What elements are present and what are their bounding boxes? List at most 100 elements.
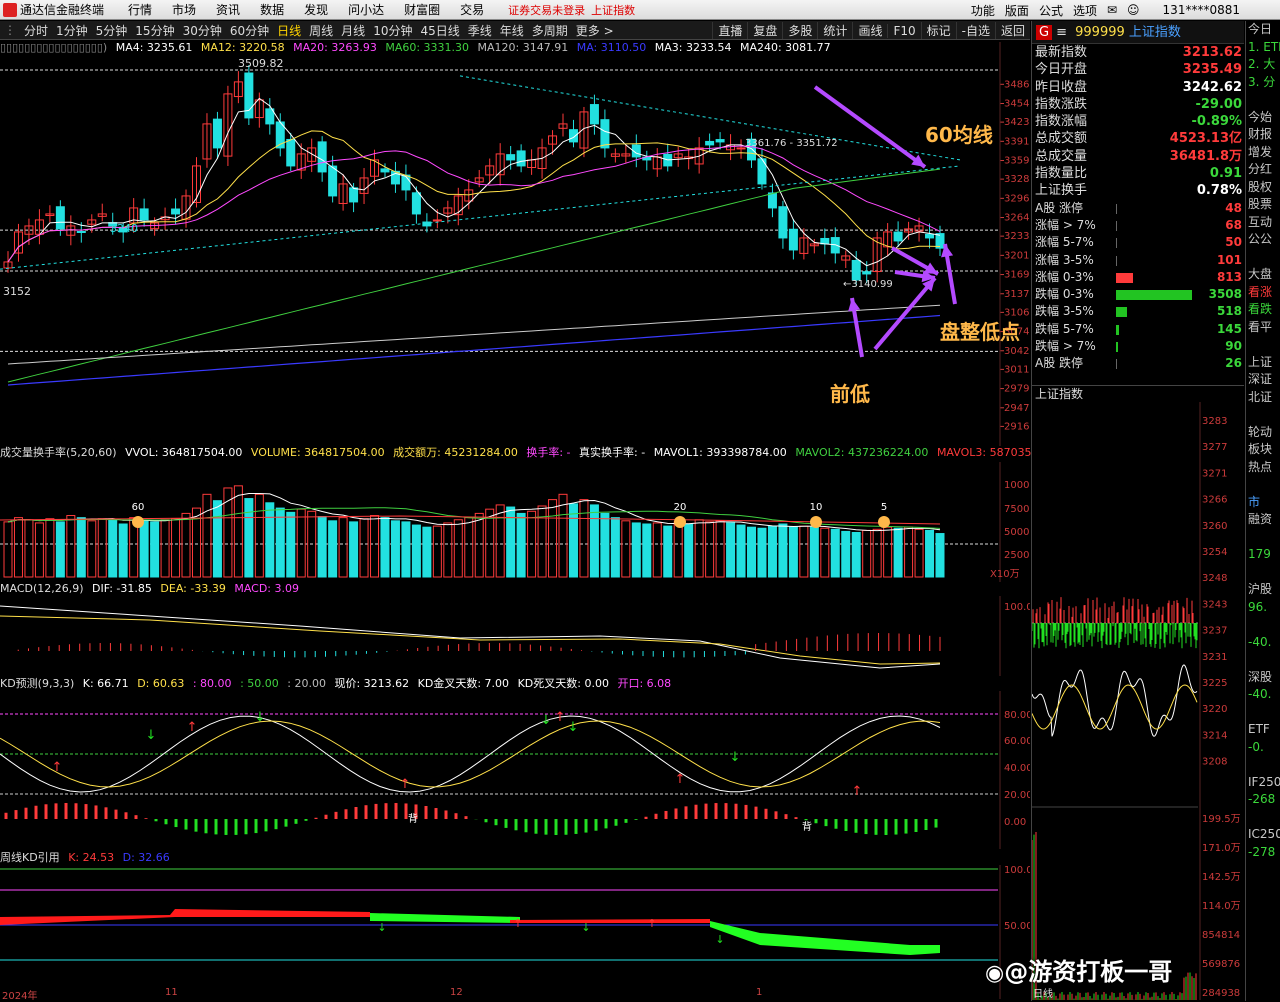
tab-15min[interactable]: 15分钟 (131, 22, 178, 39)
far-right-item[interactable]: 增发 (1246, 144, 1280, 162)
far-right-item[interactable]: 公公 (1246, 231, 1280, 249)
menu-hangqing[interactable]: 行情 (128, 1, 152, 18)
intraday-chart[interactable]: 3283 3277 3271 3266 3260 3254 3248 3243 3237 3231… (1032, 402, 1244, 1000)
tab-1min[interactable]: 1分钟 (52, 22, 92, 39)
tab-quarterly[interactable]: 季线 (464, 22, 496, 39)
volume-marker-label: 60 (132, 502, 145, 513)
far-right-item[interactable]: -278 (1246, 844, 1280, 862)
far-right-item[interactable]: 融资 (1246, 511, 1280, 529)
far-right-item[interactable]: -0. (1246, 739, 1280, 757)
volume-bar-up (673, 521, 683, 578)
tool-draw[interactable]: 画线 (852, 22, 887, 39)
far-right-item[interactable]: 沪股 (1246, 581, 1280, 599)
far-right-item[interactable]: 财报 (1246, 126, 1280, 144)
far-right-item[interactable]: 深股 (1246, 669, 1280, 687)
macd-title: MACD(12,26,9) (0, 582, 84, 595)
tab-daily[interactable]: 日线 (273, 22, 305, 39)
tool-review[interactable]: 复盘 (747, 22, 782, 39)
tool-watchlist[interactable]: -自选 (955, 22, 995, 39)
tool-live[interactable]: 直播 (712, 22, 747, 39)
far-right-item[interactable] (1246, 529, 1280, 547)
far-right-item[interactable] (1246, 476, 1280, 494)
far-right-item[interactable] (1246, 809, 1280, 827)
far-right-item[interactable] (1246, 564, 1280, 582)
menu-caifuquan[interactable]: 财富圈 (404, 1, 440, 18)
tab-multi-period[interactable]: 多周期 (528, 22, 572, 39)
far-right-item[interactable]: 看跌 (1246, 301, 1280, 319)
far-right-item[interactable]: 大盘 (1246, 266, 1280, 284)
tab-30min[interactable]: 30分钟 (179, 22, 226, 39)
tab-fenshi[interactable]: 分时 (20, 22, 52, 39)
menu-shuju[interactable]: 数据 (260, 1, 284, 18)
far-right-item[interactable] (1246, 249, 1280, 267)
tab-10min[interactable]: 10分钟 (369, 22, 416, 39)
far-right-item[interactable] (1246, 406, 1280, 424)
far-right-item[interactable]: IC2502 (1246, 826, 1280, 844)
far-right-item[interactable]: 股权 (1246, 179, 1280, 197)
tab-more[interactable]: 更多 > (572, 22, 618, 39)
account-id[interactable]: 131****0881 (1163, 3, 1240, 17)
far-right-item[interactable] (1246, 336, 1280, 354)
far-right-item[interactable] (1246, 651, 1280, 669)
menu-toggle-icon[interactable]: ⋮ (0, 23, 20, 37)
far-right-item[interactable]: -40. (1246, 634, 1280, 652)
kd-chart[interactable]: 80.0060.0040.0020.000.00背背↑↓↑↓↑↓ ↑↓↑↓↑ (0, 691, 1030, 849)
menu-jiaoyi[interactable]: 交易 (460, 1, 484, 18)
far-right-item[interactable]: -40. (1246, 686, 1280, 704)
far-right-item[interactable]: 看平 (1246, 319, 1280, 337)
menu-wenxiaoda[interactable]: 问小达 (348, 1, 384, 18)
tool-stats[interactable]: 统计 (817, 22, 852, 39)
far-right-item[interactable]: 市 (1246, 494, 1280, 512)
far-right-item[interactable]: 北证 (1246, 389, 1280, 407)
message-icon[interactable]: ✉ (1107, 3, 1117, 17)
far-right-item[interactable]: 今始 (1246, 109, 1280, 127)
user-icon[interactable]: ☺ (1127, 3, 1140, 17)
tab-45day[interactable]: 45日线 (416, 22, 463, 39)
far-right-item[interactable] (1246, 91, 1280, 109)
tool-f10[interactable]: F10 (887, 23, 920, 38)
tool-multi-stock[interactable]: 多股 (782, 22, 817, 39)
far-right-item[interactable]: 深证 (1246, 371, 1280, 389)
candlestick-chart[interactable]: 3486 3454 3423 3391 3359 3328 3296 3264 3233 3201… (0, 42, 1030, 446)
far-right-item[interactable]: 今日 (1246, 21, 1280, 39)
tab-60min[interactable]: 60分钟 (226, 22, 273, 39)
far-right-item[interactable]: 2. 大 (1246, 56, 1280, 74)
menu-gongneng[interactable]: 功能 (971, 2, 995, 19)
far-right-item[interactable]: ETF (1246, 721, 1280, 739)
weekly-axis-label: 50.00 (1004, 921, 1030, 932)
far-right-item[interactable]: 1. ETF (1246, 39, 1280, 57)
far-right-item[interactable]: 96. (1246, 599, 1280, 617)
far-right-item[interactable]: -268 (1246, 791, 1280, 809)
tool-mark[interactable]: 标记 (920, 22, 956, 39)
menu-xuanxiang[interactable]: 选项 (1073, 2, 1097, 19)
far-right-item[interactable] (1246, 616, 1280, 634)
list-icon[interactable]: ≡ (1056, 25, 1067, 40)
menu-faxian[interactable]: 发现 (304, 1, 328, 18)
far-right-item[interactable]: IF2502 (1246, 774, 1280, 792)
menu-zixun[interactable]: 资讯 (216, 1, 240, 18)
far-right-item[interactable]: 上证 (1246, 354, 1280, 372)
tab-yearly[interactable]: 年线 (496, 22, 528, 39)
volume-chart[interactable]: 10000 7500 5000 2500 X10万 60 20 10 5 (0, 462, 1030, 582)
tab-5min[interactable]: 5分钟 (92, 22, 132, 39)
tab-weekly[interactable]: 周线 (305, 22, 337, 39)
tab-monthly[interactable]: 月线 (337, 22, 369, 39)
menu-gongshi[interactable]: 公式 (1039, 2, 1063, 19)
menu-shichang[interactable]: 市场 (172, 1, 196, 18)
weekly-kd-chart[interactable]: 100.0 50.00 ↓ ↑ ↓ ↑ ↓ (0, 865, 1030, 999)
far-right-item[interactable]: 板块 (1246, 441, 1280, 459)
macd-chart[interactable]: 100.0 (0, 596, 1030, 676)
login-warning[interactable]: 证券交易未登录 (508, 2, 585, 18)
far-right-item[interactable]: 看涨 (1246, 284, 1280, 302)
far-right-item[interactable]: 股票 (1246, 196, 1280, 214)
menu-banmian[interactable]: 版面 (1005, 2, 1029, 19)
far-right-item[interactable] (1246, 704, 1280, 722)
far-right-item[interactable]: 轮动 (1246, 424, 1280, 442)
far-right-item[interactable]: 分红 (1246, 161, 1280, 179)
far-right-item[interactable]: 179 (1246, 546, 1280, 564)
far-right-item[interactable] (1246, 756, 1280, 774)
far-right-item[interactable]: 3. 分 (1246, 74, 1280, 92)
far-right-item[interactable]: 热点 (1246, 459, 1280, 477)
tool-back[interactable]: 返回 (994, 22, 1030, 39)
far-right-item[interactable]: 互动 (1246, 214, 1280, 232)
